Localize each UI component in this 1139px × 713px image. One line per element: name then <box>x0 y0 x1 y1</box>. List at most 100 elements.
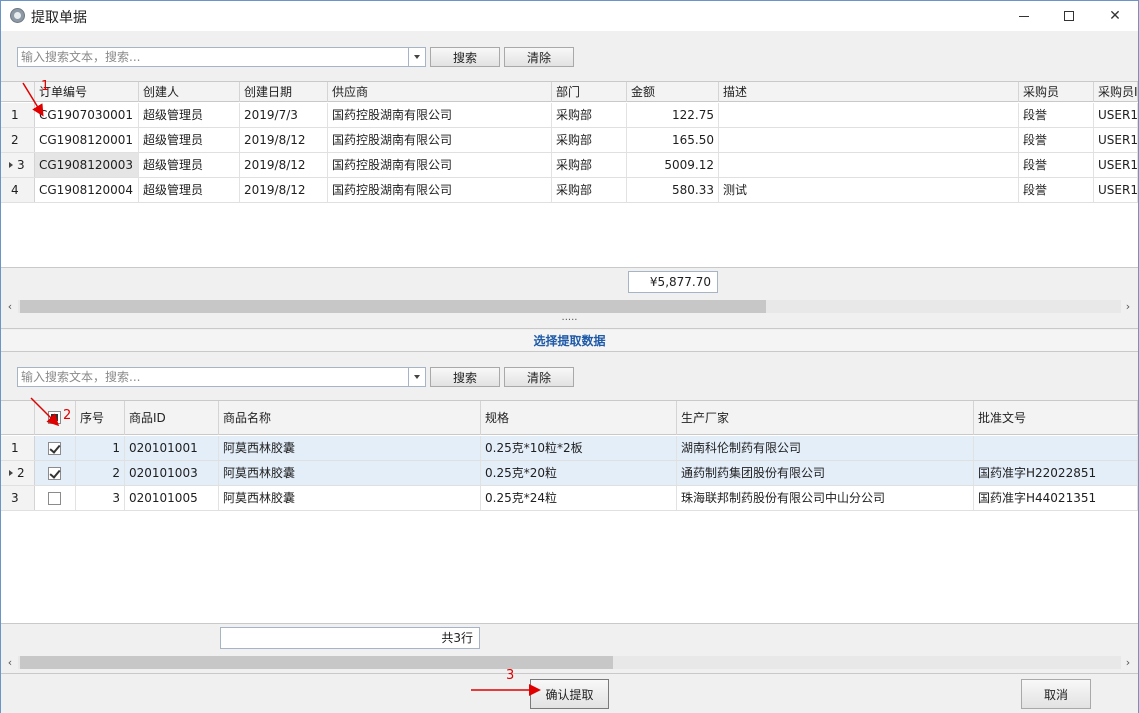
items-row-1[interactable]: 1 1 020101001 阿莫西林胶囊 0.25克*10粒*2板 湖南科伦制药… <box>1 436 1138 461</box>
scroll-thumb[interactable] <box>20 656 613 669</box>
items-search-dropdown[interactable] <box>409 367 426 387</box>
orders-col-dept[interactable]: 部门 <box>552 82 627 102</box>
order-dept[interactable]: 采购部 <box>552 153 627 177</box>
item-seq[interactable]: 1 <box>76 436 125 460</box>
orders-col-buyer-id[interactable]: 采购员I <box>1094 82 1138 102</box>
order-code[interactable]: CG1907030001 <box>35 103 139 127</box>
item-spec[interactable]: 0.25克*20粒 <box>481 461 677 485</box>
order-creator[interactable]: 超级管理员 <box>139 178 240 202</box>
order-dept[interactable]: 采购部 <box>552 128 627 152</box>
orders-col-date[interactable]: 创建日期 <box>240 82 328 102</box>
item-seq[interactable]: 2 <box>76 461 125 485</box>
order-desc[interactable] <box>719 103 1019 127</box>
item-maker[interactable]: 通药制药集团股份有限公司 <box>677 461 974 485</box>
order-code[interactable]: CG1908120004 <box>35 178 139 202</box>
orders-row-4[interactable]: 4 CG1908120004 超级管理员 2019/8/12 国药控股湖南有限公… <box>1 178 1138 203</box>
order-code[interactable]: CG1908120001 <box>35 128 139 152</box>
maximize-button[interactable] <box>1046 1 1092 31</box>
item-spec[interactable]: 0.25克*10粒*2板 <box>481 436 677 460</box>
items-col-id[interactable]: 商品ID <box>125 401 219 435</box>
order-date[interactable]: 2019/8/12 <box>240 128 328 152</box>
item-checkbox[interactable] <box>48 467 61 480</box>
scroll-right-icon[interactable]: › <box>1122 301 1134 313</box>
item-approval[interactable]: 国药准字H22022851 <box>974 461 1138 485</box>
splitter-handle[interactable]: ····· <box>1 316 1138 329</box>
order-desc[interactable] <box>719 128 1019 152</box>
order-supplier[interactable]: 国药控股湖南有限公司 <box>328 153 552 177</box>
orders-hscroll[interactable]: ‹ › <box>1 298 1138 315</box>
scroll-thumb[interactable] <box>20 300 766 313</box>
confirm-extract-button[interactable]: 确认提取 <box>530 679 609 709</box>
orders-col-supplier[interactable]: 供应商 <box>328 82 552 102</box>
item-checkbox[interactable] <box>48 492 61 505</box>
item-select-cell[interactable] <box>35 436 76 460</box>
items-row-3[interactable]: 3 3 020101005 阿莫西林胶囊 0.25克*24粒 珠海联邦制药股份有… <box>1 486 1138 511</box>
item-maker[interactable]: 湖南科伦制药有限公司 <box>677 436 974 460</box>
item-id[interactable]: 020101005 <box>125 486 219 510</box>
item-select-cell[interactable] <box>35 461 76 485</box>
items-col-name[interactable]: 商品名称 <box>219 401 481 435</box>
item-id[interactable]: 020101003 <box>125 461 219 485</box>
order-date[interactable]: 2019/8/12 <box>240 178 328 202</box>
orders-search-input[interactable]: 输入搜索文本，搜索... <box>17 47 409 67</box>
items-col-spec[interactable]: 规格 <box>481 401 677 435</box>
items-col-maker[interactable]: 生产厂家 <box>677 401 974 435</box>
order-buyer[interactable]: 段誉 <box>1019 153 1094 177</box>
scroll-left-icon[interactable]: ‹ <box>4 301 16 313</box>
items-search-button[interactable]: 搜索 <box>430 367 500 387</box>
order-creator[interactable]: 超级管理员 <box>139 103 240 127</box>
orders-col-code[interactable]: 订单编号 <box>35 82 139 102</box>
orders-clear-button[interactable]: 清除 <box>504 47 574 67</box>
order-supplier[interactable]: 国药控股湖南有限公司 <box>328 178 552 202</box>
item-checkbox[interactable] <box>48 442 61 455</box>
orders-row-3[interactable]: 3 CG1908120003 超级管理员 2019/8/12 国药控股湖南有限公… <box>1 153 1138 178</box>
order-buyer[interactable]: 段誉 <box>1019 128 1094 152</box>
order-code[interactable]: CG1908120003 <box>35 153 139 177</box>
orders-col-amount[interactable]: 金额 <box>627 82 719 102</box>
minimize-button[interactable] <box>1001 1 1047 31</box>
order-dept[interactable]: 采购部 <box>552 178 627 202</box>
item-name[interactable]: 阿莫西林胶囊 <box>219 436 481 460</box>
order-amount[interactable]: 122.75 <box>627 103 719 127</box>
item-seq[interactable]: 3 <box>76 486 125 510</box>
item-maker[interactable]: 珠海联邦制药股份有限公司中山分公司 <box>677 486 974 510</box>
order-buyer-id[interactable]: USER19 <box>1094 178 1138 202</box>
orders-row-1[interactable]: 1 CG1907030001 超级管理员 2019/7/3 国药控股湖南有限公司… <box>1 103 1138 128</box>
orders-col-creator[interactable]: 创建人 <box>139 82 240 102</box>
orders-col-desc[interactable]: 描述 <box>719 82 1019 102</box>
order-desc[interactable] <box>719 153 1019 177</box>
order-creator[interactable]: 超级管理员 <box>139 153 240 177</box>
item-name[interactable]: 阿莫西林胶囊 <box>219 486 481 510</box>
item-select-cell[interactable] <box>35 486 76 510</box>
items-col-approval[interactable]: 批准文号 <box>974 401 1138 435</box>
order-creator[interactable]: 超级管理员 <box>139 128 240 152</box>
order-desc[interactable]: 测试 <box>719 178 1019 202</box>
scroll-right-icon[interactable]: › <box>1122 657 1134 669</box>
items-search-input[interactable]: 输入搜索文本，搜索... <box>17 367 409 387</box>
order-dept[interactable]: 采购部 <box>552 103 627 127</box>
order-date[interactable]: 2019/8/12 <box>240 153 328 177</box>
orders-row-2[interactable]: 2 CG1908120001 超级管理员 2019/8/12 国药控股湖南有限公… <box>1 128 1138 153</box>
item-approval[interactable]: 国药准字H44021351 <box>974 486 1138 510</box>
orders-search-dropdown[interactable] <box>409 47 426 67</box>
items-hscroll[interactable]: ‹ › <box>1 654 1138 671</box>
order-buyer[interactable]: 段誉 <box>1019 178 1094 202</box>
select-all-checkbox[interactable] <box>48 411 61 424</box>
cancel-button[interactable]: 取消 <box>1021 679 1091 709</box>
items-clear-button[interactable]: 清除 <box>504 367 574 387</box>
order-supplier[interactable]: 国药控股湖南有限公司 <box>328 103 552 127</box>
order-date[interactable]: 2019/7/3 <box>240 103 328 127</box>
orders-col-buyer[interactable]: 采购员 <box>1019 82 1094 102</box>
close-button[interactable]: ✕ <box>1092 1 1138 31</box>
order-buyer-id[interactable]: USER19 <box>1094 128 1138 152</box>
orders-search-button[interactable]: 搜索 <box>430 47 500 67</box>
order-amount[interactable]: 165.50 <box>627 128 719 152</box>
order-buyer-id[interactable]: USER19 <box>1094 153 1138 177</box>
order-buyer[interactable]: 段誉 <box>1019 103 1094 127</box>
order-amount[interactable]: 5009.12 <box>627 153 719 177</box>
order-supplier[interactable]: 国药控股湖南有限公司 <box>328 128 552 152</box>
order-buyer-id[interactable]: USER19 <box>1094 103 1138 127</box>
scroll-left-icon[interactable]: ‹ <box>4 657 16 669</box>
order-amount[interactable]: 580.33 <box>627 178 719 202</box>
items-row-2[interactable]: 2 2 020101003 阿莫西林胶囊 0.25克*20粒 通药制药集团股份有… <box>1 461 1138 486</box>
